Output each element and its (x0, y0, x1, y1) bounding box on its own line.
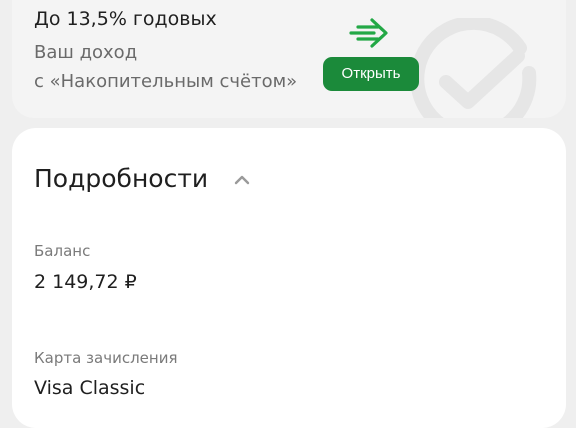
card-label: Карта зачисления (34, 349, 178, 367)
card-value: Visa Classic (34, 377, 146, 399)
balance-label: Баланс (34, 242, 91, 260)
sber-logo-icon (410, 18, 537, 118)
promo-title: До 13,5% годовых (34, 8, 217, 30)
details-title[interactable]: Подробности (34, 164, 208, 193)
balance-value: 2 149,72 ₽ (34, 271, 137, 293)
arrow-right-icon (349, 18, 388, 48)
promo-subtitle-line1: Ваш доход (34, 42, 138, 63)
chevron-up-icon[interactable] (233, 172, 251, 186)
savings-promo-card[interactable]: До 13,5% годовых Ваш доход с «Накопитель… (12, 0, 566, 118)
promo-subtitle-line2: с «Накопительным счётом» (34, 71, 298, 92)
details-card: Подробности Баланс 2 149,72 ₽ Карта зачи… (12, 128, 566, 428)
open-account-button[interactable]: Открыть (323, 57, 419, 91)
